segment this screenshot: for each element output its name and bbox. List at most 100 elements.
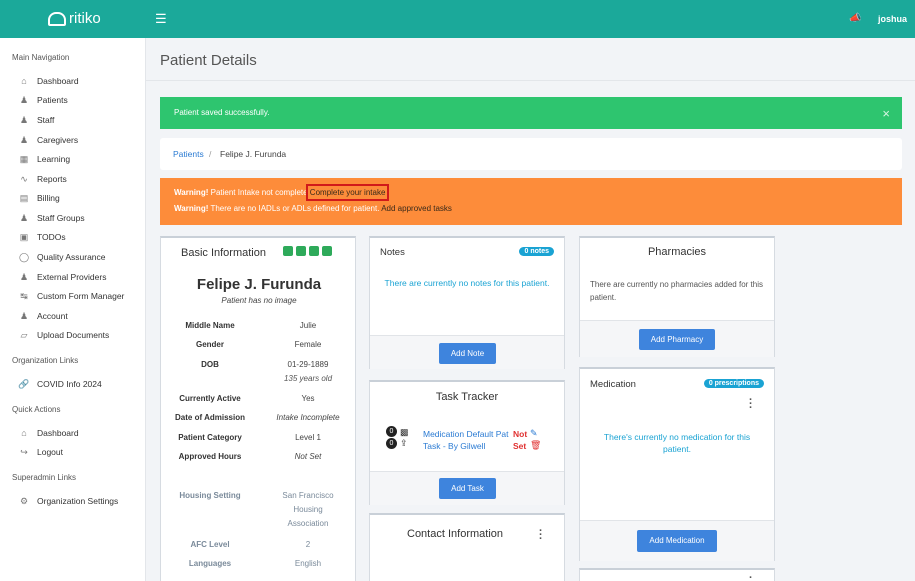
trash-icon[interactable]: 🗑 (530, 439, 541, 451)
edit-icon[interactable] (309, 246, 319, 256)
external-providers-icon: ♟ (19, 271, 29, 282)
medkit-icon[interactable] (296, 246, 306, 256)
comment-icon: ▩ (400, 427, 409, 437)
staff-groups-icon: ♟ (19, 212, 29, 223)
home-icon: ⌂ (21, 76, 27, 86)
task-type-icons: ▩ ⇪ (400, 427, 409, 449)
sidebar-heading-main: Main Navigation (12, 53, 70, 62)
success-message: Patient saved successfully. (174, 108, 270, 117)
title-divider (146, 80, 915, 81)
account-icon: ♟ (19, 310, 29, 321)
medication-footer: Add Medication (580, 520, 774, 561)
basic-info-actions (280, 246, 332, 257)
next-card-menu-icon[interactable]: · (749, 573, 753, 581)
todos-icon: ▣ (19, 231, 29, 242)
sidebar-item-account[interactable]: ♟ Account (18, 310, 68, 322)
warning-line-intake: Warning! Patient Intake not complete Com… (174, 184, 390, 201)
patient-age: 135 years old (283, 374, 333, 383)
learning-icon: ▦ (19, 153, 29, 164)
calendar-icon[interactable] (283, 246, 293, 256)
sidebar-item-staff-groups[interactable]: ♟ Staff Groups (18, 212, 85, 224)
notes-footer: Add Note (370, 335, 564, 369)
complete-intake-link[interactable]: Complete your intake (305, 184, 390, 201)
edit-icon[interactable]: ✎ (530, 427, 541, 439)
sidebar-item-logout[interactable]: ↪ Logout (18, 446, 63, 458)
warning-label: Warning! (174, 188, 209, 197)
warning-tasks-text: There are no IADLs or ADLs defined for p… (210, 204, 380, 213)
close-icon[interactable]: × (882, 106, 890, 121)
sidebar-item-organization-settings[interactable]: ⚙ Organization Settings (18, 495, 118, 507)
logo-icon (48, 11, 66, 26)
sidebar-item-covid-info[interactable]: 🔗 COVID Info 2024 (18, 378, 101, 390)
patient-name: Felipe J. Furunda (196, 276, 322, 293)
breadcrumb-patients-link[interactable]: Patients (173, 149, 204, 159)
user-menu[interactable]: joshua (878, 14, 907, 24)
sidebar-item-custom-form-manager[interactable]: ↹ Custom Form Manager (18, 290, 124, 302)
sidebar-heading-superadmin: Superadmin Links (12, 473, 77, 482)
pharmacies-card: Pharmacies There are currently no pharma… (579, 236, 775, 357)
billing-icon: ▤ (19, 192, 29, 203)
breadcrumb-current: Felipe J. Furunda (220, 149, 287, 159)
basic-information-title: Basic Information (181, 247, 266, 259)
sidebar-item-reports[interactable]: ∿ Reports (18, 173, 67, 185)
task-count-b: 0 (386, 438, 397, 449)
prescriptions-count-badge: 0 prescriptions (703, 379, 764, 388)
medication-title: Medication (590, 379, 636, 390)
add-task-button[interactable]: Add Task (439, 478, 496, 499)
notes-empty-message: There are currently no notes for this pa… (384, 278, 550, 288)
sidebar-item-patients[interactable]: ♟ Patients (18, 94, 68, 106)
sidebar-heading-quick-actions: Quick Actions (12, 405, 61, 414)
warning-label: Warning! (174, 204, 209, 213)
pharmacies-empty-message: There are currently no pharmacies added … (590, 280, 763, 302)
sidebar-item-todos[interactable]: ▣ TODOs (18, 231, 66, 243)
add-approved-tasks-link[interactable]: Add approved tasks (381, 204, 452, 213)
patients-icon: ♟ (19, 94, 29, 105)
add-medication-button[interactable]: Add Medication (637, 530, 717, 552)
contact-menu-icon[interactable]: · · · (539, 526, 543, 545)
warning-line-tasks: Warning! There are no IADLs or ADLs defi… (174, 204, 452, 213)
task-counters: 0 0 (386, 426, 397, 449)
staff-icon: ♟ (19, 114, 29, 125)
sidebar-item-staff[interactable]: ♟ Staff (18, 114, 54, 126)
breadcrumb-separator: / (209, 149, 212, 159)
quality-icon: ◯ (18, 251, 30, 262)
brand-name: ritiko (69, 10, 101, 27)
hamburger-icon[interactable]: ☰ (155, 11, 167, 27)
add-note-button[interactable]: Add Note (439, 343, 496, 364)
sidebar-item-caregivers[interactable]: ♟ Caregivers (18, 134, 78, 146)
sidebar-item-quick-dashboard[interactable]: ⌂ Dashboard (18, 427, 78, 439)
reports-icon: ∿ (20, 173, 28, 184)
home-icon: ⌂ (21, 428, 27, 438)
task-tracker-card: Task Tracker 0 0 ▩ ⇪ Medication Default … (369, 380, 565, 505)
warning-alert: Warning! Patient Intake not complete Com… (160, 178, 902, 225)
page-title: Patient Details (160, 52, 257, 69)
add-pharmacy-button[interactable]: Add Pharmacy (639, 329, 715, 350)
brand-logo[interactable]: ritiko (48, 10, 101, 27)
id-card-icon[interactable] (322, 246, 332, 256)
gear-icon: ⚙ (19, 495, 29, 506)
task-count-a: 0 (386, 426, 397, 437)
pharmacies-title: Pharmacies (647, 246, 707, 258)
megaphone-icon[interactable]: 📣 (849, 13, 861, 24)
task-link[interactable]: Medication Default Pat Task - By Gilwell (423, 428, 513, 452)
success-alert: Patient saved successfully. × (160, 97, 902, 129)
basic-information-card: Basic Information Felipe J. Furunda Pati… (160, 236, 356, 581)
caregivers-icon: ♟ (19, 134, 29, 145)
sidebar-item-quality-assurance[interactable]: ◯ Quality Assurance (18, 251, 106, 263)
sidebar-item-external-providers[interactable]: ♟ External Providers (18, 271, 107, 283)
patient-image-note: Patient has no image (221, 296, 297, 305)
task-tracker-title: Task Tracker (435, 391, 499, 403)
notes-card: Notes 0 notes There are currently no not… (369, 236, 565, 369)
sidebar-item-dashboard[interactable]: ⌂ Dashboard (18, 75, 78, 87)
task-status: Not Set (513, 429, 528, 451)
medication-menu-icon[interactable]: · · · (749, 395, 753, 414)
sidebar-item-learning[interactable]: ▦ Learning (18, 153, 70, 165)
sidebar: Main Navigation ⌂ Dashboard ♟ Patients ♟ St… (0, 38, 146, 581)
sidebar-heading-org-links: Organization Links (12, 356, 79, 365)
breadcrumb: Patients / Felipe J. Furunda (160, 138, 902, 170)
upload-icon: ⇪ (400, 438, 408, 448)
notes-title: Notes (380, 247, 405, 258)
sidebar-item-billing[interactable]: ▤ Billing (18, 192, 60, 204)
sidebar-item-upload-documents[interactable]: ▱ Upload Documents (18, 329, 110, 341)
link-icon: 🔗 (18, 378, 30, 389)
